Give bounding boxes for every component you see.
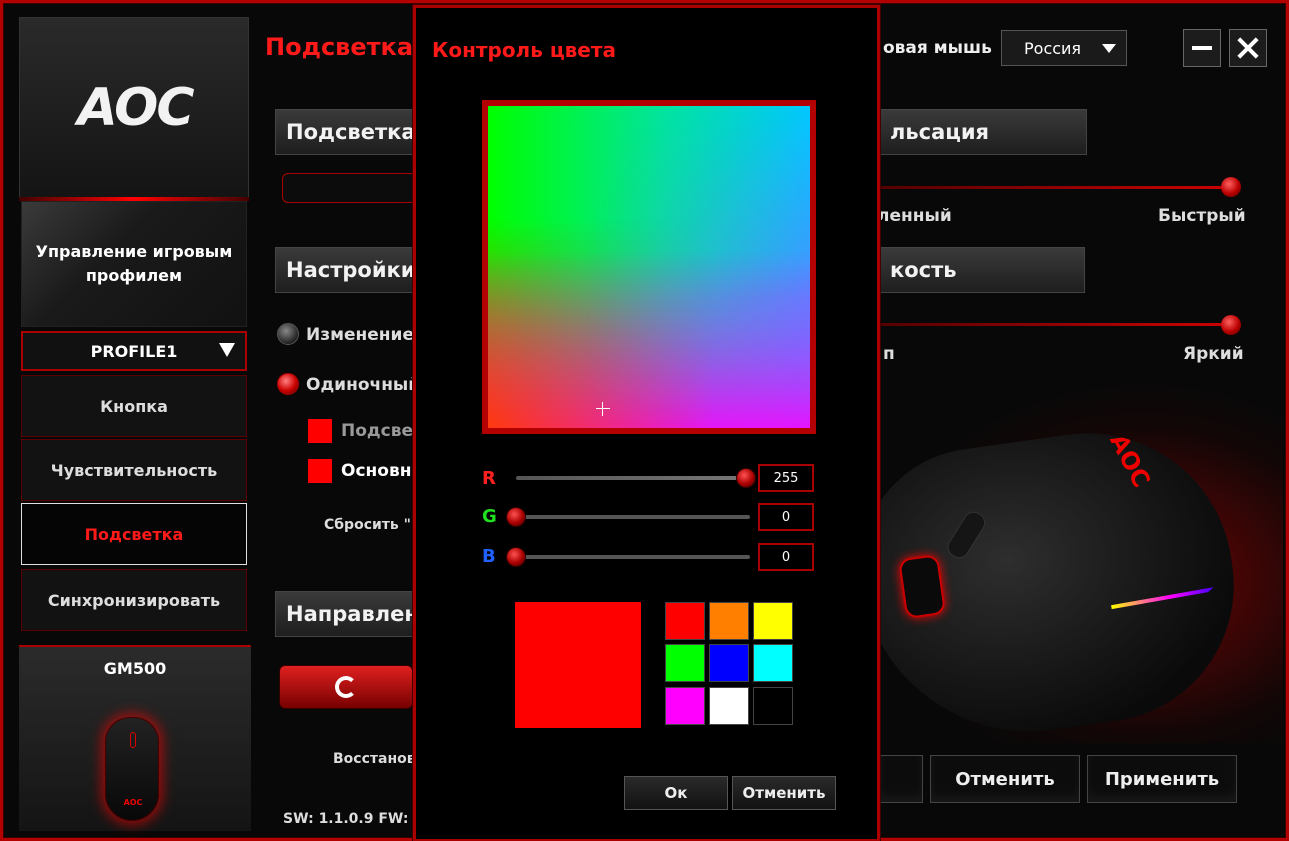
palette-swatch-orange[interactable] [709, 602, 749, 640]
brightness-slider-track[interactable] [881, 323, 1231, 326]
device-name: GM500 [103, 659, 167, 678]
page-title: Подсветка [265, 33, 414, 61]
palette-swatch-blue[interactable] [709, 644, 749, 682]
minimize-button[interactable] [1183, 29, 1221, 67]
option-backlight-label: Подсве [341, 421, 414, 441]
radio-single[interactable] [277, 373, 299, 395]
sidebar: AOC Управление игровым профилем PROFILE1… [19, 17, 251, 832]
profile-dropdown[interactable]: PROFILE1 [21, 331, 247, 371]
palette-swatch-black[interactable] [753, 687, 793, 725]
color-picker-area[interactable] [482, 100, 816, 434]
bottom-extra-button[interactable] [879, 755, 923, 803]
app-window: AOC Управление игровым профилем PROFILE1… [0, 0, 1289, 841]
minimize-icon [1192, 46, 1212, 50]
speed-max-label: Быстрый [1158, 206, 1246, 226]
palette-swatch-white[interactable] [709, 687, 749, 725]
mouse-brand-label: AOC [123, 798, 143, 807]
picker-gradient-violet [488, 106, 810, 428]
dialog-cancel-button[interactable]: Отменить [732, 776, 836, 810]
speed-slider-knob[interactable] [1221, 177, 1241, 197]
mouse-thumbnail-icon: AOC [105, 717, 159, 821]
r-label: R [482, 468, 496, 489]
section-direction: Направлен [275, 591, 419, 637]
b-label: B [482, 546, 496, 567]
refresh-icon [335, 676, 357, 698]
g-label: G [482, 506, 497, 527]
r-slider-knob[interactable] [736, 468, 756, 488]
mouse-side-light-icon [898, 554, 947, 620]
g-slider-track[interactable] [516, 515, 750, 519]
dropdown-arrow-icon [219, 343, 235, 357]
backlight-mode-select[interactable] [282, 173, 416, 203]
backlight-color-swatch[interactable] [308, 419, 332, 443]
device-panel: GM500 AOC [19, 645, 251, 831]
close-button[interactable] [1229, 29, 1267, 67]
brightness-slider-knob[interactable] [1221, 315, 1241, 335]
color-preview [515, 602, 641, 728]
g-slider-knob[interactable] [506, 507, 526, 527]
direction-reset-button[interactable] [279, 665, 413, 709]
restore-label[interactable]: Восстанов [333, 751, 416, 767]
brightness-min-label: п [883, 344, 895, 364]
g-value-input[interactable]: 0 [758, 503, 814, 531]
b-slider-knob[interactable] [506, 547, 526, 567]
palette-swatch-cyan[interactable] [753, 644, 793, 682]
profile-management-button[interactable]: Управление игровым профилем [21, 201, 247, 327]
reset-label[interactable]: Сбросить " [324, 517, 411, 533]
b-slider-track[interactable] [516, 555, 750, 559]
section-backlight: Подсветка [275, 109, 416, 155]
ok-button[interactable]: Ок [624, 776, 728, 810]
section-brightness: кость [879, 247, 1085, 293]
product-label: овая мышь [883, 38, 992, 58]
dialog-title: Контроль цвета [432, 38, 616, 62]
section-pulse: льсация [879, 109, 1087, 155]
logo-panel: AOC [19, 17, 249, 199]
radio-single-label: Одиночный [306, 375, 421, 395]
option-main-label: Основна [341, 461, 423, 481]
r-slider-track[interactable] [516, 476, 750, 480]
b-value-input[interactable]: 0 [758, 543, 814, 571]
palette-swatch-yellow[interactable] [753, 602, 793, 640]
cancel-button[interactable]: Отменить [930, 755, 1080, 803]
section-settings: Настройки [275, 247, 416, 293]
radio-change-label: Изменение [306, 325, 414, 345]
mouse-wheel-icon [130, 732, 136, 748]
palette-swatch-magenta[interactable] [665, 687, 705, 725]
color-control-dialog: Контроль цвета R 255 G 0 B 0 Ок Отменить [413, 5, 880, 841]
speed-slider-track[interactable] [881, 186, 1231, 189]
apply-button[interactable]: Применить [1087, 755, 1237, 803]
palette-swatch-green[interactable] [665, 644, 705, 682]
close-icon [1237, 37, 1259, 59]
r-value-input[interactable]: 255 [758, 464, 814, 492]
main-color-swatch[interactable] [308, 459, 332, 483]
crosshair-icon[interactable] [596, 402, 610, 416]
nav-item-button[interactable]: Кнопка [21, 375, 247, 437]
mouse-dpi-button-icon [943, 507, 989, 562]
brightness-max-label: Яркий [1183, 344, 1244, 364]
nav-item-sensitivity[interactable]: Чувствительность [21, 439, 247, 501]
nav-item-sync[interactable]: Синхронизировать [21, 569, 247, 631]
chevron-down-icon [1102, 44, 1116, 53]
profile-dropdown-value: PROFILE1 [90, 341, 178, 361]
language-value: Россия [1024, 38, 1082, 58]
palette-swatch-red[interactable] [665, 602, 705, 640]
aoc-logo: AOC [77, 78, 194, 138]
language-select[interactable]: Россия [1001, 30, 1127, 66]
nav-item-backlight[interactable]: Подсветка [21, 503, 247, 565]
radio-change[interactable] [277, 323, 299, 345]
speed-min-label: ленный [877, 206, 952, 226]
